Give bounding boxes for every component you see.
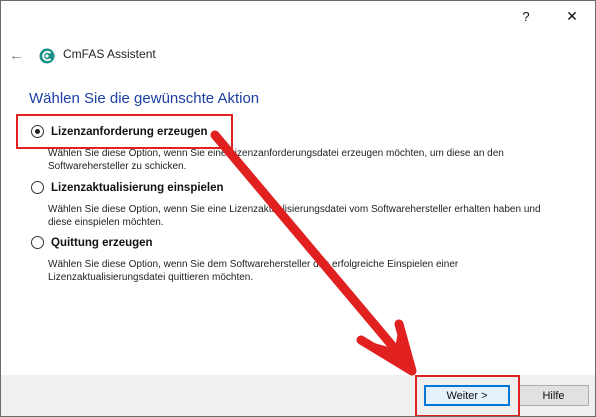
description-line: Wählen Sie diese Option, wenn Sie dem So… — [48, 259, 459, 270]
close-button[interactable]: ✕ — [549, 1, 595, 31]
title-bar: ? ✕ — [1, 1, 595, 31]
app-title: CmFAS Assistent — [63, 47, 156, 61]
app-logo-icon — [39, 48, 55, 64]
option-receipt[interactable]: Quittung erzeugen — [31, 236, 153, 249]
option-license-request-description: Wählen Sie diese Option, wenn Sie eine L… — [48, 148, 588, 173]
option-license-update-label: Lizenzaktualisierung einspielen — [51, 181, 224, 194]
page-title: Wählen Sie die gewünschte Aktion — [29, 90, 260, 107]
question-mark-icon: ? — [522, 8, 530, 24]
help-button[interactable]: Hilfe — [518, 385, 589, 406]
close-icon: ✕ — [566, 7, 578, 24]
option-receipt-description: Wählen Sie diese Option, wenn Sie dem So… — [48, 259, 588, 284]
option-receipt-label: Quittung erzeugen — [51, 236, 153, 249]
description-line: Softwarehersteller zu schicken. — [48, 160, 187, 172]
assistant-window: ? ✕ ← CmFAS Assistent Wählen Sie die gew… — [0, 0, 596, 417]
option-license-update[interactable]: Lizenzaktualisierung einspielen — [31, 181, 224, 194]
back-arrow-icon[interactable]: ← — [9, 47, 24, 64]
option-license-update-description: Wählen Sie diese Option, wenn Sie eine L… — [48, 204, 588, 229]
description-line: diese einspielen möchten. — [48, 216, 164, 228]
wizard-header: ← CmFAS Assistent — [1, 41, 595, 71]
radio-license-update[interactable] — [31, 181, 44, 194]
description-line: Wählen Sie diese Option, wenn Sie eine L… — [48, 148, 504, 159]
radio-receipt[interactable] — [31, 236, 44, 249]
highlight-box-next — [415, 375, 520, 416]
help-title-button[interactable]: ? — [503, 1, 549, 31]
description-line: Wählen Sie diese Option, wenn Sie eine L… — [48, 204, 541, 215]
description-line: Lizenzaktualisierungsdatei quittieren mö… — [48, 271, 254, 283]
highlight-box-option — [16, 114, 233, 149]
